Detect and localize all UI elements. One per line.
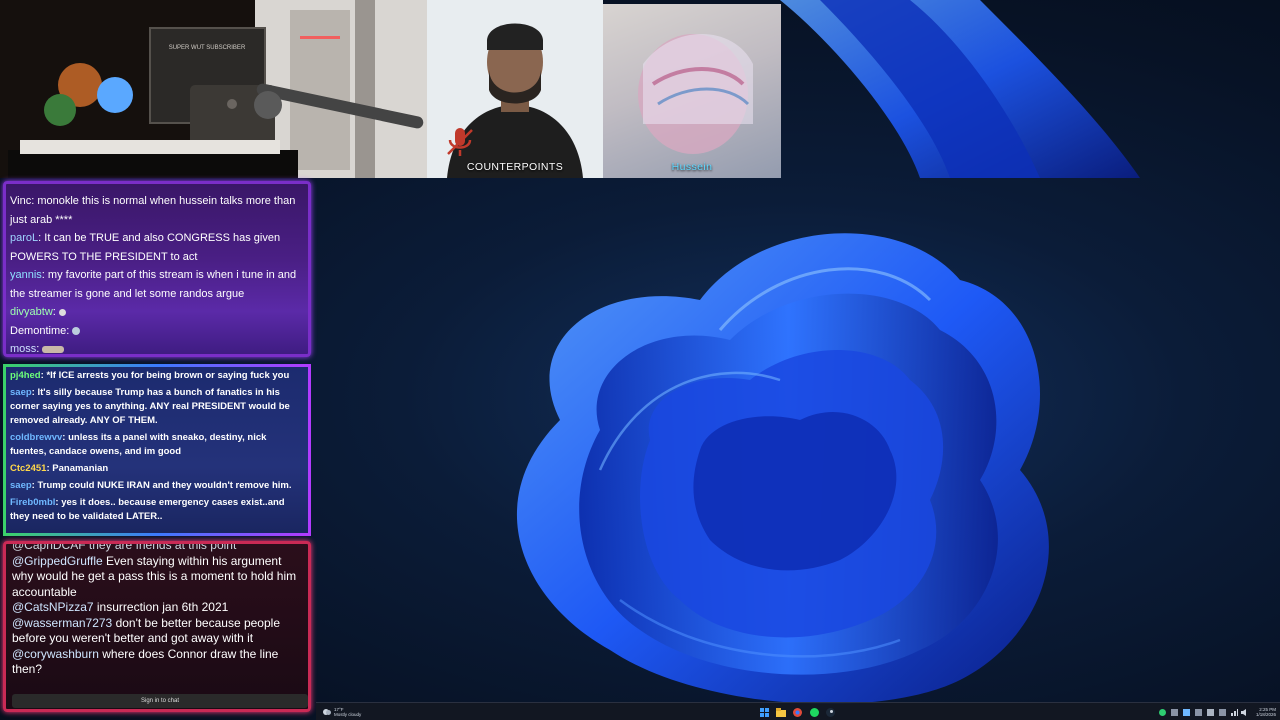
chat-message: yannis: my favorite part of this stream … (10, 269, 297, 300)
chat-message: Ctc2451: Panamanian (10, 463, 109, 474)
tray-app-icon[interactable] (1206, 706, 1214, 718)
chat-username: Ctc2451 (10, 463, 47, 474)
guest-camera-counterpoints: COUNTERPOINTS (427, 0, 603, 178)
chat-overlay-column: Vinc: monokle this is normal when hussei… (0, 178, 316, 720)
chat-username: Demontime (10, 324, 67, 337)
poster-text: SUPER WUT SUBSCRIBER (169, 45, 246, 51)
chat-message: coldbrewvv: unless its a panel with snea… (10, 432, 267, 457)
chat-username: moss (10, 343, 37, 355)
chat-panel-secondary[interactable]: pj4hed: *If ICE arrests you for being br… (3, 364, 311, 536)
chat-message: Fireb0mbl: yes it does.. because emergen… (10, 497, 285, 522)
chat-handle: @GrippedGruffle (12, 553, 103, 568)
chat-message: saep: It's silly because Trump has a bun… (10, 387, 290, 426)
tray-app-icon[interactable] (1170, 706, 1178, 718)
clock[interactable]: 2:25 PM 1/18/2026 (1248, 706, 1276, 718)
chat-handle: @corywashburn (12, 646, 99, 661)
chat-message: saep: Trump could NUKE IRAN and they wou… (10, 480, 292, 491)
network-icon[interactable] (1230, 706, 1238, 718)
chat-username: coldbrewvv (10, 432, 63, 443)
chat-username: yannis (10, 269, 42, 281)
chat-text: monokle this is normal when hussein talk… (10, 195, 296, 226)
chrome-icon[interactable] (792, 706, 802, 718)
desktop-screen: SUPER WUT SUBSCRIBER COUNTERPOINTS Husse… (0, 0, 1280, 720)
chat-message: divyabtw: (6, 303, 308, 322)
chat-handle: @CatsNPizza7 (12, 600, 94, 614)
volume-icon[interactable] (1240, 706, 1248, 718)
chat-message: @wasserman7273 don't be better because p… (6, 616, 308, 647)
emote-icon (42, 345, 65, 353)
chat-username: saep (10, 480, 32, 491)
chat-text: insurrection jan 6th 2021 (96, 600, 229, 614)
chat-message-partial: @CapnDCAF they are friends at this point (12, 541, 237, 552)
emote-icon (58, 308, 66, 316)
steam-icon[interactable] (825, 706, 835, 718)
emote-icon (72, 326, 81, 335)
stream-camera-strip: SUPER WUT SUBSCRIBER COUNTERPOINTS Husse… (0, 0, 1148, 178)
chat-username: saep (10, 387, 32, 398)
chat-message: Vinc: monokle this is normal when hussei… (10, 195, 296, 226)
chat-message: Demontime: (6, 322, 308, 341)
guest2-cam-label: Hussein (671, 161, 713, 173)
weather-desc: Mostly cloudy (334, 712, 362, 717)
chat-text: It's silly because Trump has a bunch of … (10, 387, 290, 426)
spotify-icon[interactable] (809, 706, 819, 718)
streamer-room-camera: SUPER WUT SUBSCRIBER (0, 0, 427, 178)
chat-panel-youtube[interactable]: @CapnDCAF they are friends at this point… (3, 541, 311, 712)
mic-muted-icon (447, 128, 473, 156)
chat-message: @CatsNPizza7 insurrection jan 6th 2021 (6, 600, 308, 616)
chat-username: Fireb0mbl (10, 497, 56, 508)
weather-widget[interactable]: 17°F Mostly cloudy (334, 706, 374, 718)
guest-cam-label: COUNTERPOINTS (466, 161, 564, 173)
chat-text: my favorite part of this stream is when … (10, 269, 297, 300)
tray-green-icon[interactable] (1158, 706, 1166, 718)
chat-username: pj4hed (10, 370, 41, 381)
chat-message: @corywashburn where does Connor draw the… (6, 647, 308, 678)
chat-message: paroL: It can be TRUE and also CONGRESS … (10, 232, 281, 263)
tray-app-icon[interactable] (1218, 706, 1226, 718)
guest-camera-hussein: Hussein (603, 4, 781, 178)
chat-text: *If ICE arrests you for being brown or s… (46, 370, 290, 381)
chat-message: pj4hed: *If ICE arrests you for being br… (10, 370, 290, 381)
chat-text: Trump could NUKE IRAN and they wouldn't … (37, 480, 292, 491)
chat-username: divyabtw (10, 306, 53, 318)
chat-username: paroL (10, 232, 39, 244)
clock-date: 1/18/2026 (1255, 712, 1276, 717)
windows-taskbar: 17°F Mostly cloudy 2:25 PM 1/18/2026 (316, 702, 1280, 720)
chat-text: It can be TRUE and also CONGRESS has giv… (10, 232, 281, 263)
tray-app-icon[interactable] (1194, 706, 1202, 718)
file-explorer-icon[interactable] (776, 706, 786, 718)
weather-icon[interactable] (322, 706, 332, 718)
chat-username: Vinc (10, 195, 32, 207)
windows-start-icon[interactable] (759, 706, 769, 718)
tray-app-icon[interactable] (1182, 706, 1190, 718)
chat-message: @GrippedGruffle Even staying within his … (6, 554, 308, 601)
chat-text: Panamanian (52, 463, 109, 474)
sign-in-to-chat-button[interactable]: Sign in to chat (12, 694, 308, 708)
chat-message: moss: (6, 340, 308, 355)
chat-handle: @wasserman7273 (12, 615, 113, 630)
chat-panel-primary[interactable]: Vinc: monokle this is normal when hussei… (3, 181, 311, 357)
